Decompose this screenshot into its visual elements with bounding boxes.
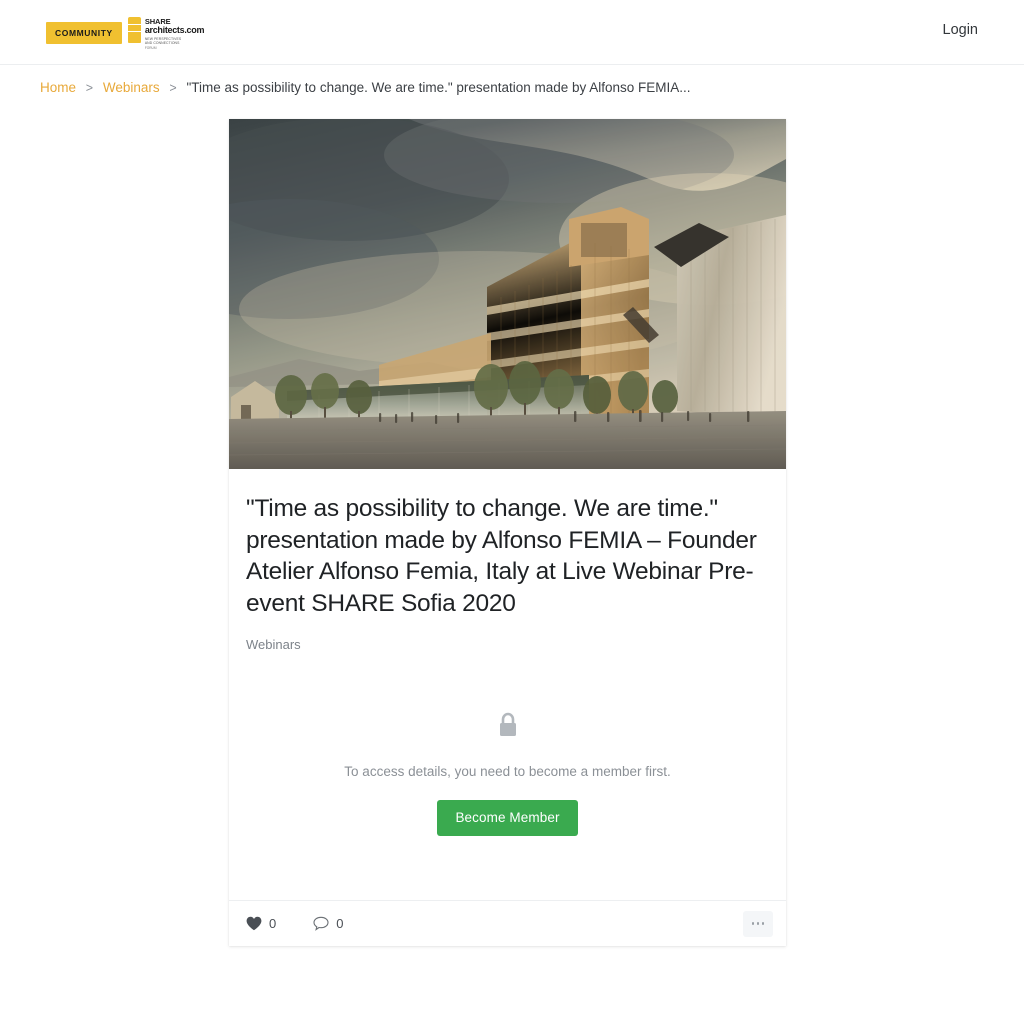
share-logo-line1: SHARE: [144, 16, 171, 26]
page-root: COMMUNITY SHARE architects.com NEW PERSP…: [0, 0, 1024, 1015]
breadcrumb-separator-1: >: [85, 81, 94, 95]
post-card-body: "Time as possibility to change. We are t…: [229, 469, 786, 900]
post-card: "Time as possibility to change. We are t…: [229, 119, 786, 946]
breadcrumb: Home > Webinars > "Time as possibility t…: [40, 80, 691, 95]
comment-icon: [313, 916, 329, 931]
share-logo-line2: architects.com: [144, 25, 205, 36]
breadcrumb-item-current: "Time as possibility to change. We are t…: [186, 80, 691, 95]
site-logo[interactable]: COMMUNITY SHARE architects.com NEW PERSP…: [46, 16, 204, 50]
become-member-button[interactable]: Become Member: [437, 800, 578, 836]
share-logo-text: SHARE architects.com NEW PERSPECTIVES AN…: [144, 16, 205, 51]
ellipsis-dot-3: [761, 922, 765, 925]
architectural-rendering-illustration: [229, 119, 786, 469]
post-featured-image[interactable]: [229, 119, 786, 469]
more-options-button[interactable]: [743, 910, 773, 937]
like-stat[interactable]: 0: [246, 916, 276, 931]
ellipsis-dot-1: [751, 922, 755, 925]
share-book-icon: [127, 16, 141, 43]
comment-stat[interactable]: 0: [313, 916, 343, 931]
like-count: 0: [269, 916, 277, 931]
logo-community-badge: COMMUNITY: [46, 21, 122, 45]
login-link[interactable]: Login: [943, 22, 978, 38]
site-header: COMMUNITY SHARE architects.com NEW PERSP…: [0, 0, 1024, 65]
lock-icon: [499, 712, 516, 736]
post-card-footer: 0 0: [229, 900, 786, 946]
breadcrumb-item-webinars[interactable]: Webinars: [103, 80, 160, 95]
post-title: "Time as possibility to change. We are t…: [246, 495, 757, 617]
share-logo-sub3: FORUM: [144, 46, 157, 51]
locked-message: To access details, you need to become a …: [344, 764, 671, 779]
breadcrumb-item-home[interactable]: Home: [40, 80, 76, 95]
post-category-label: Webinars: [246, 637, 301, 652]
logo-share-architects: SHARE architects.com NEW PERSPECTIVES AN…: [127, 16, 205, 51]
comment-count: 0: [336, 916, 344, 931]
share-logo-sub2: AND CONNECTIONS: [144, 41, 180, 46]
heart-icon: [246, 916, 262, 931]
ellipsis-dot-2: [756, 922, 760, 925]
locked-content-section: To access details, you need to become a …: [246, 700, 769, 900]
breadcrumb-separator-2: >: [169, 81, 177, 95]
